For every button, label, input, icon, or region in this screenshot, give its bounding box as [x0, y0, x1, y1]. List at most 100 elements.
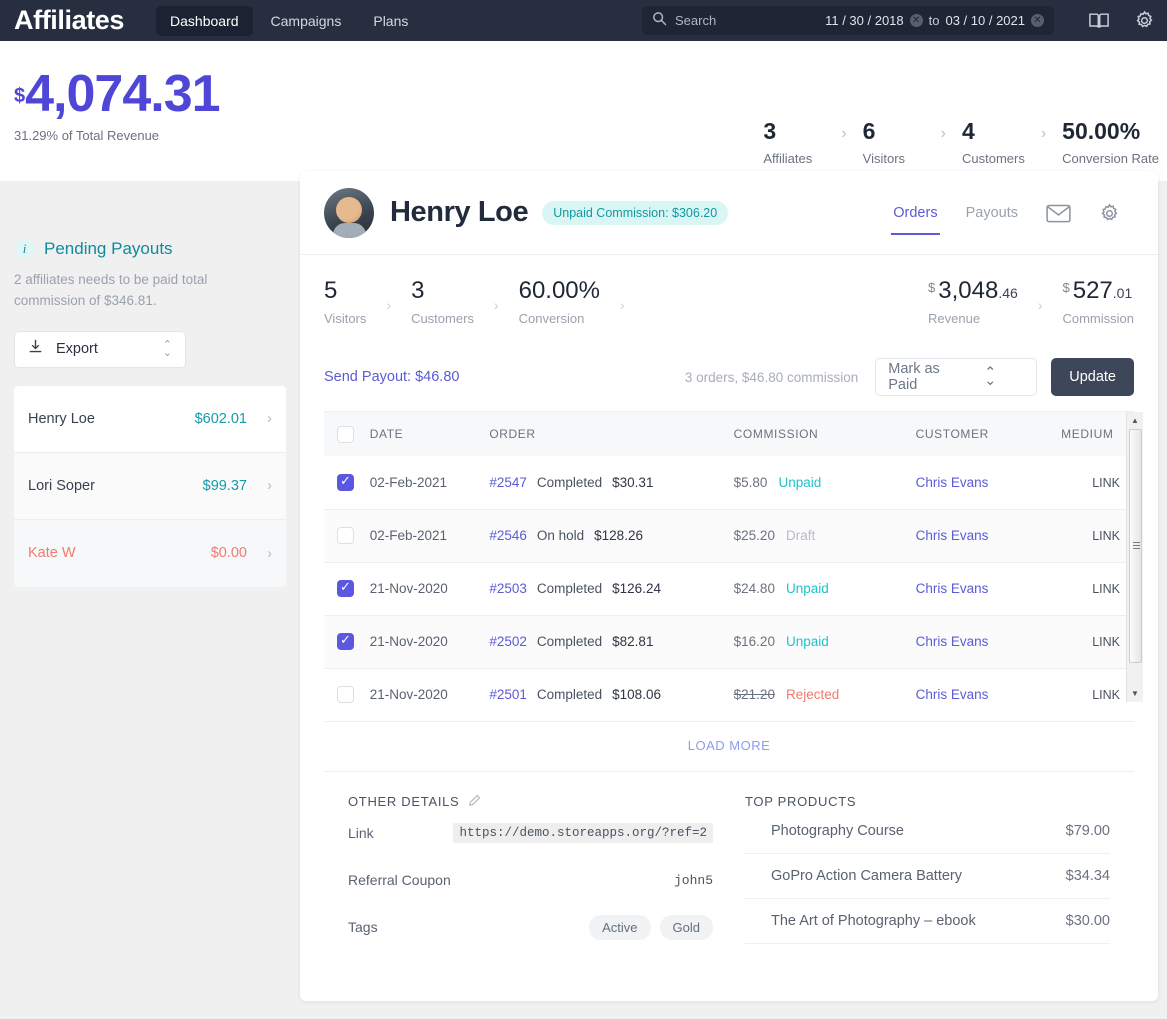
order-id-link[interactable]: #2503: [489, 581, 527, 596]
order-id-link[interactable]: #2547: [489, 475, 527, 490]
scrollbar-thumb[interactable]: [1129, 429, 1142, 663]
kpi-customers-value: 4: [961, 118, 975, 144]
scrollbar-track[interactable]: [1128, 429, 1142, 685]
stat-conversion[interactable]: 60.00% Conversion: [518, 277, 600, 327]
tag-gold[interactable]: Gold: [659, 914, 713, 940]
kpi-customers[interactable]: 4 Customers: [961, 118, 1025, 166]
referral-link-value[interactable]: https://demo.storeapps.org/?ref=2: [453, 823, 713, 843]
row-checkbox[interactable]: [337, 527, 354, 544]
pending-payouts-title: i Pending Payouts: [14, 238, 286, 259]
search-box[interactable]: Search 11 / 30 / 2018 ✕ to 03 / 10 / 202…: [642, 6, 1054, 35]
send-payout-link[interactable]: Send Payout: $46.80: [324, 369, 459, 385]
orders-table-body: 02-Feb-2021 #2547 Completed $30.31 $5.80 Un…: [324, 456, 1134, 722]
stat-revenue-label: Revenue: [928, 311, 981, 327]
customer-link[interactable]: Chris Evans: [916, 634, 989, 649]
bulk-action-select[interactable]: Mark as Paid ⌃ ⌄: [875, 358, 1038, 396]
chevron-right-icon: ›: [267, 477, 272, 495]
nav-item-dashboard[interactable]: Dashboard: [156, 5, 253, 36]
commission-amount: $25.20: [733, 528, 775, 543]
column-header-date[interactable]: DATE: [369, 412, 490, 456]
orders-table: DATE ORDER COMMISSION CUSTOMER MEDIUM 02…: [324, 412, 1134, 722]
kpi-conversion-label: Conversion Rate: [1062, 151, 1159, 167]
customer-link[interactable]: Chris Evans: [916, 528, 989, 543]
pending-payouts-list: Henry Loe $602.01 › Lori Soper $99.37 › …: [14, 385, 286, 587]
load-more-button[interactable]: LOAD MORE: [300, 722, 1158, 771]
customer-link[interactable]: Chris Evans: [916, 581, 989, 596]
cell-commission: $24.80 Unpaid: [733, 562, 916, 616]
book-icon[interactable]: [1076, 11, 1122, 31]
commission-status: Unpaid: [785, 634, 829, 649]
row-checkbox[interactable]: [337, 686, 354, 703]
stat-commission[interactable]: $527.01 Commission: [1062, 277, 1134, 326]
list-item[interactable]: Photography Course $79.00: [745, 809, 1110, 854]
chevron-updown-icon[interactable]: ⌃ ⌄: [956, 366, 1024, 389]
list-item[interactable]: The Art of Photography – ebook $30.00: [745, 899, 1110, 944]
tag-active[interactable]: Active: [589, 914, 651, 940]
edit-pencil-icon[interactable]: [468, 794, 481, 810]
table-scrollbar[interactable]: ▲ ▼: [1126, 412, 1143, 702]
info-icon: i: [14, 238, 35, 259]
stat-conversion-label: Conversion: [518, 311, 585, 327]
commission-status: Draft: [785, 528, 816, 543]
search-input[interactable]: Search: [675, 13, 817, 28]
scroll-up-arrow-icon[interactable]: ▲: [1127, 412, 1143, 429]
date-from-value[interactable]: 11 / 30 / 2018: [825, 13, 904, 28]
kpi-row: 3 Affiliates › 6 Visitors › 4 Customers …: [763, 118, 1159, 167]
cell-order: #2547 Completed $30.31: [489, 456, 734, 510]
clear-date-to-icon[interactable]: ✕: [1031, 14, 1044, 27]
order-id-link[interactable]: #2502: [489, 634, 527, 649]
top-bar-right: Search 11 / 30 / 2018 ✕ to 03 / 10 / 202…: [642, 0, 1167, 41]
customer-link[interactable]: Chris Evans: [916, 475, 989, 490]
scroll-down-arrow-icon[interactable]: ▼: [1127, 685, 1143, 702]
money-stats: $3,048.46 Revenue › $527.01 Commission: [928, 255, 1134, 349]
row-checkbox[interactable]: [337, 579, 354, 597]
column-header-medium[interactable]: MEDIUM: [1061, 412, 1134, 456]
cell-date: 02-Feb-2021: [369, 509, 490, 563]
tab-orders[interactable]: Orders: [879, 171, 951, 255]
row-checkbox[interactable]: [337, 632, 354, 650]
mail-icon[interactable]: [1032, 204, 1085, 223]
date-range-filter[interactable]: 11 / 30 / 2018 ✕ to 03 / 10 / 2021 ✕: [825, 13, 1044, 28]
stat-customers[interactable]: 3 Customers: [411, 277, 474, 326]
kpi-visitors[interactable]: 6 Visitors: [863, 118, 925, 166]
table-row[interactable]: 02-Feb-2021 #2547 Completed $30.31 $5.80 Un…: [324, 456, 1134, 510]
update-button[interactable]: Update: [1051, 358, 1134, 396]
stat-visitors[interactable]: 5 Visitors: [324, 277, 366, 326]
medium-label: LINK: [1092, 582, 1120, 596]
select-all-checkbox[interactable]: [337, 425, 354, 443]
list-item[interactable]: Lori Soper $99.37 ›: [14, 452, 286, 520]
table-row[interactable]: 02-Feb-2021 #2546 On hold $128.26 $25.20 Dr…: [324, 509, 1134, 563]
kpi-affiliates[interactable]: 3 Affiliates: [763, 118, 825, 166]
table-row[interactable]: 21-Nov-2020 #2501 Completed $108.06 $21.20…: [324, 668, 1134, 722]
table-row[interactable]: 21-Nov-2020 #2502 Completed $82.81 $16.20 U…: [324, 615, 1134, 669]
stepper-icon[interactable]: ⌃ ⌄: [163, 340, 172, 359]
column-header-order[interactable]: ORDER: [489, 412, 734, 456]
stat-revenue[interactable]: $3,048.46 Revenue: [928, 277, 1018, 327]
cell-date: 21-Nov-2020: [369, 562, 490, 616]
list-item[interactable]: Kate W $0.00 ›: [14, 519, 286, 587]
clear-date-from-icon[interactable]: ✕: [909, 14, 923, 27]
row-checkbox[interactable]: [337, 473, 354, 491]
detail-label: Tags: [348, 919, 378, 935]
kpi-conversion-rate[interactable]: 50.00% Conversion Rate: [1062, 118, 1159, 167]
nav-item-campaigns[interactable]: Campaigns: [257, 6, 356, 36]
cell-order: #2546 On hold $128.26: [489, 509, 734, 563]
product-price: $79.00: [1065, 822, 1110, 839]
tag-list: Active Gold: [589, 914, 713, 940]
table-row[interactable]: 21-Nov-2020 #2503 Completed $126.24 $24.80…: [324, 562, 1134, 616]
cell-date: 21-Nov-2020: [369, 615, 490, 669]
column-header-commission[interactable]: COMMISSION: [733, 412, 916, 456]
gear-icon[interactable]: [1085, 203, 1134, 224]
column-header-customer[interactable]: CUSTOMER: [915, 412, 1062, 456]
list-item[interactable]: Henry Loe $602.01 ›: [14, 385, 286, 453]
order-id-link[interactable]: #2501: [489, 687, 527, 702]
date-to-value[interactable]: 03 / 10 / 2021: [945, 13, 1025, 28]
detail-row-tags: Tags Active Gold: [348, 904, 713, 951]
order-id-link[interactable]: #2546: [489, 528, 527, 543]
export-button[interactable]: Export ⌃ ⌄: [14, 330, 186, 368]
tab-payouts[interactable]: Payouts: [952, 171, 1032, 255]
customer-link[interactable]: Chris Evans: [916, 687, 989, 702]
list-item[interactable]: GoPro Action Camera Battery $34.34: [745, 854, 1110, 899]
nav-item-plans[interactable]: Plans: [359, 6, 422, 36]
gear-icon[interactable]: [1122, 10, 1167, 31]
